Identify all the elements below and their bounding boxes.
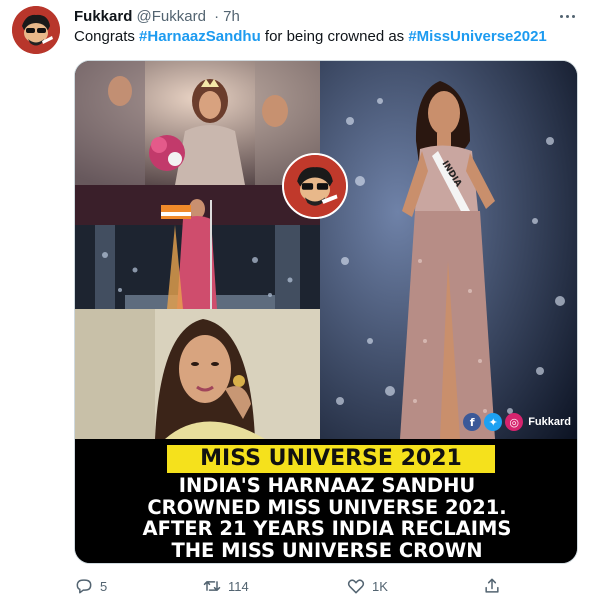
separator-dot: · xyxy=(214,8,220,25)
crowning-photo xyxy=(75,61,320,185)
like-count: 1K xyxy=(372,578,388,594)
tweet: Fukkard @Fukkard · 7h Congrats #HarnaazSa… xyxy=(0,0,589,607)
tweet-time[interactable]: 7h xyxy=(223,8,240,25)
hashtag-harnaazsandhu[interactable]: #HarnaazSandhu xyxy=(139,28,261,45)
instagram-icon: ◎ xyxy=(505,413,524,431)
headline-line: AFTER 21 YEARS INDIA RECLAIMS xyxy=(142,517,512,540)
author-handle[interactable]: @Fukkard xyxy=(137,8,206,25)
retweet-icon xyxy=(203,581,221,591)
fukkard-badge-icon xyxy=(282,153,348,219)
tweet-text-prefix: Congrats xyxy=(74,28,140,45)
caption-banner: MISS UNIVERSE 2021 xyxy=(167,445,495,473)
more-options-icon[interactable] xyxy=(555,6,579,26)
social-watermark: f ✦ ◎ Fukkard xyxy=(463,413,571,431)
like-button[interactable]: 1K xyxy=(346,573,388,599)
tweet-media[interactable]: INDIA f ✦ ◎ Fukkard MISS UNIVERSE 2021 I… xyxy=(74,60,578,564)
media-caption: MISS UNIVERSE 2021 INDIA'S HARNAAZ SANDH… xyxy=(75,439,577,563)
twitter-icon: ✦ xyxy=(484,413,503,431)
watermark-handle: Fukkard xyxy=(528,416,571,428)
reply-count: 5 xyxy=(100,578,108,594)
hashtag-missuniverse2021[interactable]: #MissUniverse2021 xyxy=(408,28,546,45)
avatar[interactable] xyxy=(12,6,60,54)
gown-photo: INDIA xyxy=(320,61,577,439)
tweet-actions: 5 114 1K xyxy=(74,573,514,599)
tweet-header: Fukkard @Fukkard · 7h xyxy=(74,7,240,27)
share-icon xyxy=(485,578,499,593)
headline-line: THE MISS UNIVERSE CROWN xyxy=(171,538,483,562)
caption-headline: INDIA'S HARNAAZ SANDHU CROWNED MISS UNIV… xyxy=(75,474,577,562)
portrait-photo xyxy=(75,309,320,439)
retweet-count: 114 xyxy=(228,578,249,594)
reply-button[interactable]: 5 xyxy=(74,573,107,599)
headline-line: CROWNED MISS UNIVERSE 2021. xyxy=(147,495,507,519)
retweet-button[interactable]: 114 xyxy=(202,573,249,599)
heart-icon xyxy=(347,579,365,594)
author-name[interactable]: Fukkard xyxy=(74,8,132,25)
tweet-text-middle: for being crowned as xyxy=(260,28,409,45)
share-button[interactable] xyxy=(482,573,502,599)
facebook-icon: f xyxy=(463,413,482,431)
stage-flag-photo xyxy=(75,185,320,309)
reply-icon xyxy=(76,579,92,594)
tweet-text: Congrats #HarnaazSandhu for being crowne… xyxy=(74,27,547,47)
fukkard-logo-icon xyxy=(12,6,60,54)
headline-line: INDIA'S HARNAAZ SANDHU xyxy=(178,474,476,497)
